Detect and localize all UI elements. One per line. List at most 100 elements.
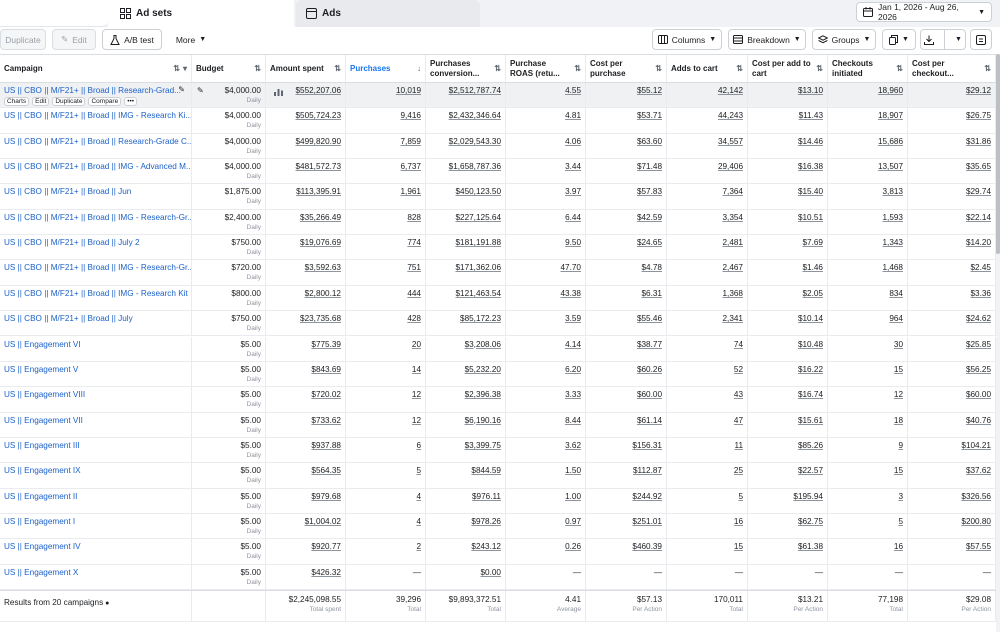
value-checkouts-initiated[interactable]: 1,343	[883, 238, 904, 247]
campaign-name-link[interactable]: US || CBO || M/F21+ || Broad || Research…	[4, 86, 181, 95]
table-row[interactable]: US || Engagement X $5.00 Daily $426.32 — $0.0…	[0, 564, 996, 590]
value-amount-spent[interactable]: $481,572.73	[295, 162, 341, 171]
table-row[interactable]: US || Engagement IX $5.00 Daily $564.35 5 $84…	[0, 463, 996, 489]
value-cost-per-purchase[interactable]: $112.87	[633, 466, 662, 475]
value-checkouts-initiated[interactable]: 1,593	[883, 213, 904, 222]
value-amount-spent[interactable]: $19,076.69	[300, 238, 341, 247]
table-row[interactable]: US || Engagement I $5.00 Daily $1,004.02 4 $9…	[0, 513, 996, 540]
sort-icon[interactable]: ⇅	[816, 64, 823, 74]
value-amount-spent[interactable]: $733.62	[311, 416, 341, 425]
value-amount-spent[interactable]: $920.77	[311, 542, 341, 551]
value-cost-per-purchase[interactable]: $55.12	[637, 86, 662, 95]
value-checkouts-initiated[interactable]: 30	[894, 340, 903, 349]
value-purchases-conversion-value[interactable]: $181,191.88	[455, 238, 501, 247]
value-checkouts-initiated[interactable]: 16	[894, 542, 903, 551]
value-purchases-conversion-value[interactable]: $2,396.38	[465, 390, 501, 399]
value-purchase-roas[interactable]: 3.62	[565, 441, 581, 450]
value-checkouts-initiated[interactable]: 1,468	[883, 263, 904, 272]
value-purchases[interactable]: 6,737	[401, 162, 422, 171]
value-cost-per-purchase[interactable]: $4.78	[642, 263, 663, 272]
groups-button[interactable]: Groups ▼	[812, 29, 876, 50]
value-purchases-conversion-value[interactable]: $978.26	[471, 517, 501, 526]
value-cost-per-add-to-cart[interactable]: $14.46	[798, 137, 823, 146]
campaign-name-link[interactable]: US || CBO || M/F21+ || Broad || IMG - Re…	[4, 263, 191, 272]
value-adds-to-cart[interactable]: 2,341	[723, 314, 744, 323]
value-cost-per-checkout[interactable]: $25.85	[966, 340, 991, 349]
value-purchases-conversion-value[interactable]: $6,190.16	[465, 416, 501, 425]
value-purchases[interactable]: 828	[407, 213, 421, 222]
value-cost-per-add-to-cart[interactable]: $11.43	[799, 111, 823, 120]
campaign-name-link[interactable]: US || Engagement IV	[4, 542, 81, 551]
side-panel-button[interactable]	[970, 29, 992, 50]
value-purchase-roas[interactable]: 4.06	[565, 137, 581, 146]
value-cost-per-purchase[interactable]: $61.14	[637, 416, 662, 425]
value-cost-per-checkout[interactable]: $60.00	[966, 390, 991, 399]
value-adds-to-cart[interactable]: 3,354	[723, 213, 744, 222]
value-checkouts-initiated[interactable]: 18	[894, 416, 903, 425]
value-cost-per-checkout[interactable]: $26.75	[966, 111, 991, 120]
table-row[interactable]: US || CBO || M/F21+ || Broad || July $750…	[0, 311, 996, 337]
value-cost-per-add-to-cart[interactable]: $61.38	[798, 542, 823, 551]
value-purchases[interactable]: 9,416	[401, 111, 422, 120]
row-action-edit[interactable]: Edit	[32, 97, 50, 106]
value-purchases[interactable]: 5	[416, 466, 421, 475]
value-cost-per-add-to-cart[interactable]: $13.10	[798, 86, 823, 95]
value-adds-to-cart[interactable]: 2,481	[723, 238, 744, 247]
value-checkouts-initiated[interactable]: 15	[894, 466, 903, 475]
value-adds-to-cart[interactable]: 2,467	[723, 263, 744, 272]
value-amount-spent[interactable]: $505,724.23	[295, 111, 341, 120]
value-checkouts-initiated[interactable]: 18,907	[878, 111, 903, 120]
value-checkouts-initiated[interactable]: 9	[898, 441, 903, 450]
value-cost-per-checkout[interactable]: $2.45	[971, 263, 992, 272]
scrollbar[interactable]	[996, 54, 1000, 632]
column-header-cost-per-add-to-cart[interactable]: Cost per add to cart ⇅	[748, 55, 828, 82]
value-purchase-roas[interactable]: 6.44	[565, 213, 581, 222]
column-header-adds-to-cart[interactable]: Adds to cart ⇅	[667, 55, 748, 82]
value-purchases[interactable]: 12	[412, 390, 421, 399]
value-purchases-conversion-value[interactable]: $5,232.20	[465, 365, 501, 374]
value-checkouts-initiated[interactable]: 834	[889, 289, 903, 298]
value-cost-per-checkout[interactable]: $56.25	[966, 365, 991, 374]
value-cost-per-purchase[interactable]: $71.48	[637, 162, 662, 171]
sort-icon[interactable]: ⇅	[896, 64, 903, 74]
value-adds-to-cart[interactable]: 43	[734, 390, 743, 399]
campaign-name-link[interactable]: US || CBO || M/F21+ || Broad || IMG - Re…	[4, 213, 191, 222]
value-cost-per-add-to-cart[interactable]: —	[815, 568, 823, 577]
value-cost-per-add-to-cart[interactable]: $85.26	[798, 441, 823, 450]
value-purchase-roas[interactable]: 43.38	[561, 289, 582, 298]
value-cost-per-add-to-cart[interactable]: $16.22	[798, 365, 823, 374]
value-purchases[interactable]: 12	[412, 416, 421, 425]
table-row[interactable]: US || Engagement VII $5.00 Daily $733.62 12 $…	[0, 412, 996, 438]
columns-button[interactable]: Columns ▼	[652, 29, 722, 50]
value-purchases-conversion-value[interactable]: $0.00	[481, 568, 502, 577]
value-cost-per-add-to-cart[interactable]: $10.48	[798, 340, 823, 349]
column-header-cost-per-checkout[interactable]: Cost per checkout... ⇅	[908, 55, 996, 82]
tab-ad-sets[interactable]: Ad sets	[108, 0, 294, 27]
campaign-name-link[interactable]: US || Engagement V	[4, 365, 78, 374]
value-adds-to-cart[interactable]: 15	[734, 542, 743, 551]
value-cost-per-purchase[interactable]: $460.39	[632, 542, 662, 551]
value-cost-per-purchase[interactable]: $57.83	[637, 187, 662, 196]
value-amount-spent[interactable]: $552,207.06	[295, 86, 341, 95]
value-amount-spent[interactable]: $775.39	[311, 340, 341, 349]
sort-icon[interactable]: ↓	[417, 64, 421, 74]
sort-icon[interactable]: ⇅	[984, 64, 991, 74]
campaign-name-link[interactable]: US || Engagement X	[4, 568, 78, 577]
value-purchase-roas[interactable]: 4.55	[565, 86, 581, 95]
table-row[interactable]: US || Engagement V $5.00 Daily $843.69 14 $5,…	[0, 361, 996, 388]
campaign-name-link[interactable]: US || CBO || M/F21+ || Broad || July 2	[4, 238, 140, 247]
value-cost-per-purchase[interactable]: $63.60	[637, 137, 662, 146]
campaign-name-link[interactable]: US || CBO || M/F21+ || Broad || IMG - Ad…	[4, 162, 191, 171]
value-cost-per-checkout[interactable]: $14.20	[966, 238, 991, 247]
info-icon[interactable]: ●	[103, 600, 109, 607]
value-cost-per-checkout[interactable]: $24.62	[966, 314, 991, 323]
chevron-down-icon[interactable]: ▾	[183, 64, 187, 74]
sort-icon[interactable]: ⇅	[494, 64, 501, 74]
campaign-name-link[interactable]: US || CBO || M/F21+ || Broad || Jun	[4, 187, 131, 196]
value-cost-per-add-to-cart[interactable]: $7.69	[803, 238, 824, 247]
value-purchase-roas[interactable]: 8.44	[565, 416, 581, 425]
value-adds-to-cart[interactable]: 47	[734, 416, 743, 425]
value-cost-per-checkout[interactable]: $200.80	[961, 517, 991, 526]
value-checkouts-initiated[interactable]: 12	[894, 390, 903, 399]
value-cost-per-add-to-cart[interactable]: $16.74	[798, 390, 823, 399]
